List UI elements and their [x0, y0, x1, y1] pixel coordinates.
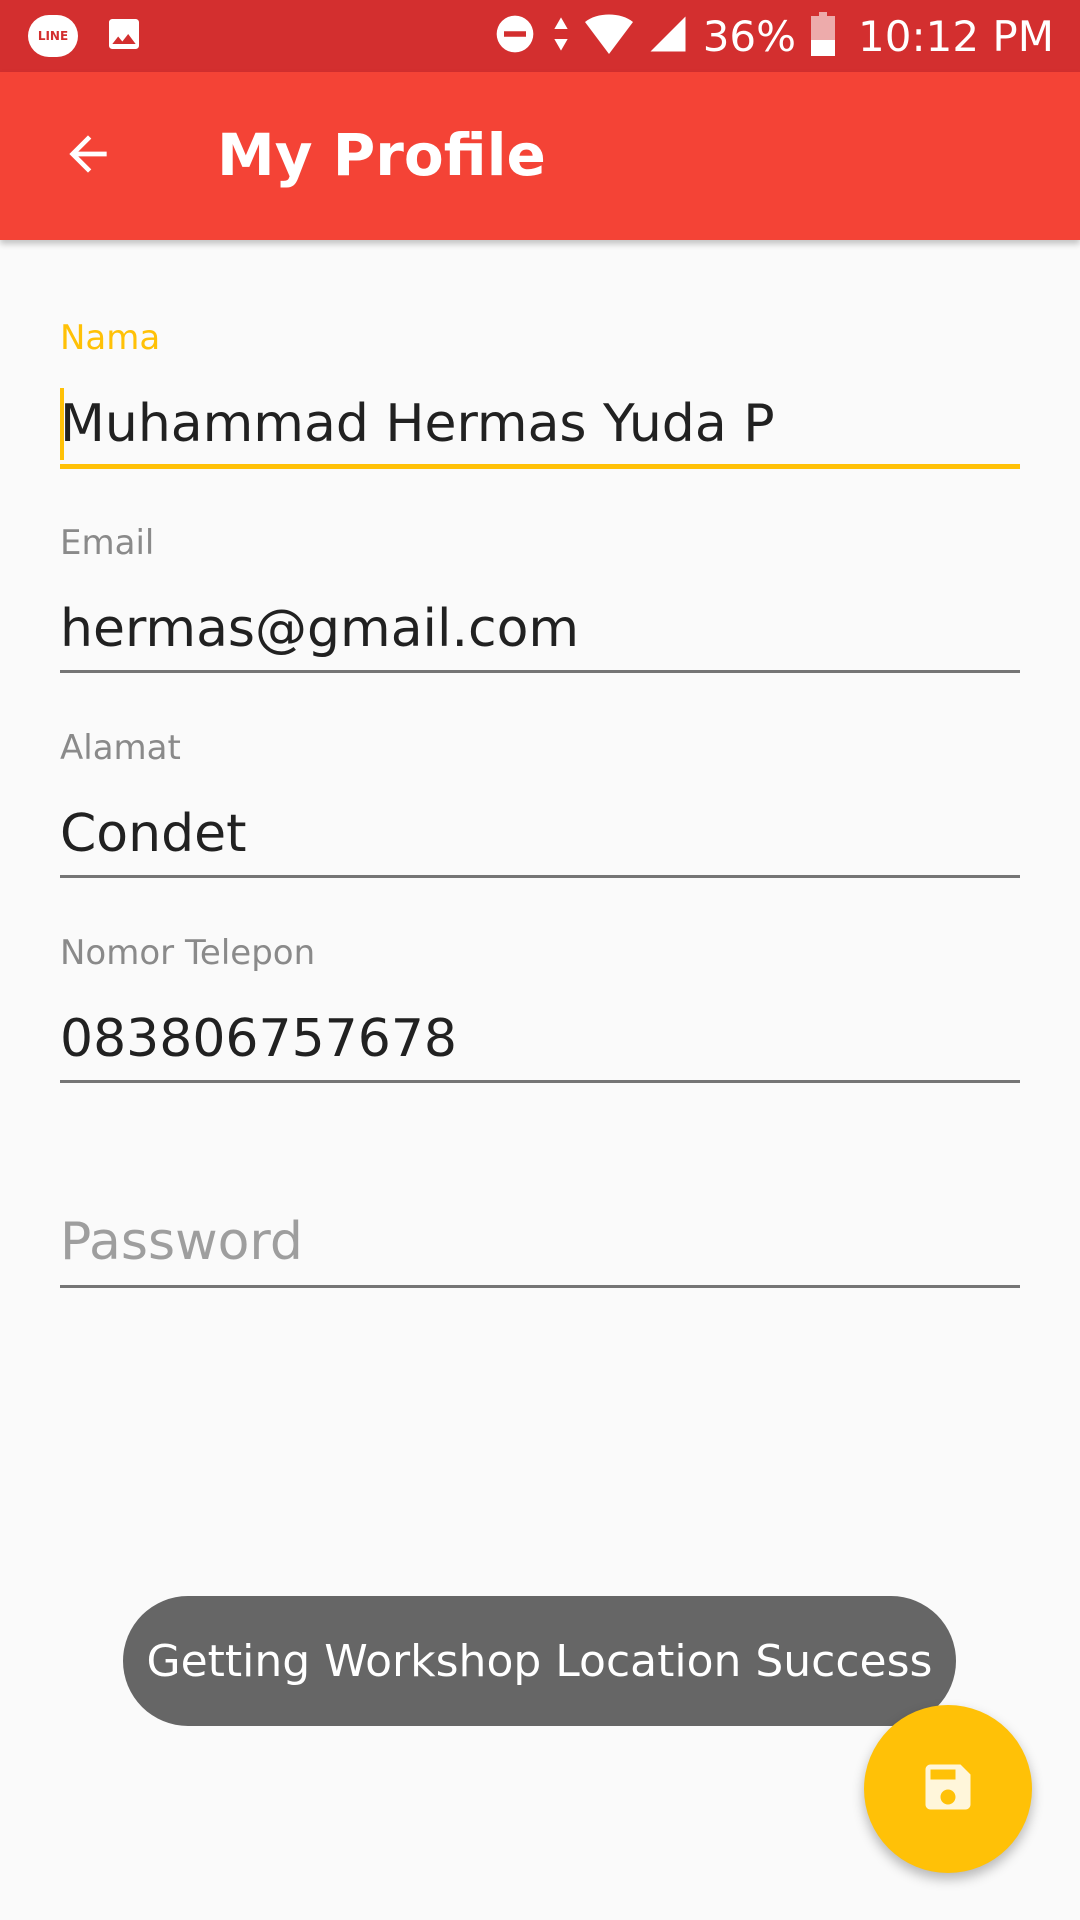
phone-underline — [60, 1080, 1020, 1083]
password-field[interactable]: Password — [60, 1140, 1020, 1290]
address-field[interactable]: Alamat Condet — [60, 728, 1020, 880]
signal-icon — [647, 13, 689, 60]
status-indicators: 36% 10:12 PM — [493, 8, 1054, 64]
battery-percentage: 36% — [702, 11, 797, 61]
name-input[interactable]: Muhammad Hermas Yuda P — [60, 395, 775, 453]
clock: 10:12 PM — [858, 11, 1054, 61]
phone-field[interactable]: Nomor Telepon 083806757678 — [60, 933, 1020, 1085]
app-bar: My Profile — [0, 72, 1080, 240]
name-underline — [60, 464, 1020, 469]
email-input[interactable]: hermas@gmail.com — [60, 600, 579, 658]
toast-message: Getting Workshop Location Success — [123, 1596, 956, 1726]
page-title: My Profile — [217, 121, 546, 189]
wifi-icon — [584, 13, 633, 60]
address-input[interactable]: Condet — [60, 805, 246, 863]
email-underline — [60, 670, 1020, 673]
back-button[interactable] — [44, 112, 132, 200]
battery-icon — [810, 11, 836, 61]
phone-input[interactable]: 083806757678 — [60, 1010, 457, 1068]
status-bar: LINE 36% 10:12 PM — [0, 0, 1080, 72]
arrow-back-icon — [60, 126, 116, 187]
email-field[interactable]: Email hermas@gmail.com — [60, 523, 1020, 675]
address-underline — [60, 875, 1020, 878]
save-icon — [918, 1757, 978, 1822]
data-arrows-icon — [551, 14, 571, 59]
image-icon — [104, 14, 144, 59]
address-label: Alamat — [60, 728, 181, 768]
name-field[interactable]: Nama Muhammad Hermas Yuda P — [60, 318, 1020, 470]
line-app-label: LINE — [37, 29, 69, 43]
phone-label: Nomor Telepon — [60, 933, 316, 973]
email-label: Email — [60, 523, 155, 563]
toast-text: Getting Workshop Location Success — [146, 1635, 933, 1687]
name-label: Nama — [60, 318, 161, 358]
status-notifications: LINE — [28, 12, 144, 60]
save-button[interactable] — [864, 1705, 1032, 1873]
password-underline — [60, 1285, 1020, 1288]
do-not-disturb-icon — [493, 12, 537, 61]
line-app-icon: LINE — [28, 15, 78, 57]
password-input[interactable]: Password — [60, 1213, 303, 1271]
